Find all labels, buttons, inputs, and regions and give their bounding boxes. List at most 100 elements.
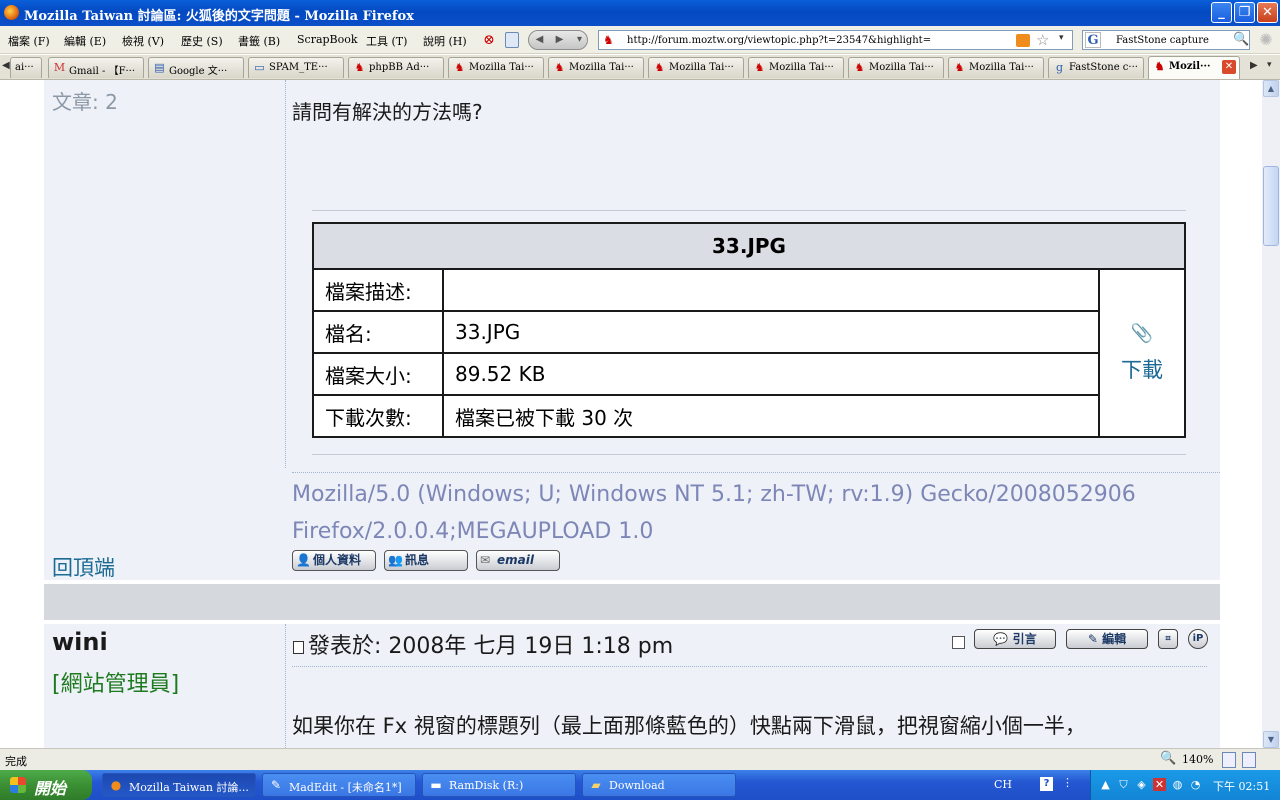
menu-help[interactable]: 說明 (H)	[423, 33, 467, 49]
tab[interactable]: ♞ phpBB Ad···	[348, 57, 444, 78]
tab-scroll-left-icon[interactable]: ◀	[2, 60, 10, 71]
menu-view[interactable]: 檢視 (V)	[122, 33, 164, 49]
taskbar-item-firefox[interactable]: ● Mozilla Taiwan 討論...	[102, 773, 256, 797]
stop-icon[interactable]: ⊗	[480, 31, 498, 49]
help-icon[interactable]: ?	[1040, 777, 1053, 791]
tab[interactable]: ▭ SPAM_TE···	[248, 57, 344, 78]
tab[interactable]: ▤ Google 文···	[148, 57, 244, 78]
menu-file[interactable]: 檔案 (F)	[8, 33, 50, 49]
forward-icon[interactable]: ▶	[551, 32, 568, 48]
page-viewport[interactable]: 文章: 2 請問有解決的方法嗎? 33.JPG 檔案描述: 📎 下載 檔名: 3…	[0, 80, 1262, 748]
maximize-button[interactable]: ❐	[1234, 2, 1255, 23]
search-engine-icon[interactable]: G	[1085, 32, 1101, 48]
tab[interactable]: ♞ Mozilla Tai···	[848, 57, 944, 78]
editor-icon: ✎	[270, 778, 282, 792]
ime-icon[interactable]: ⋮	[1062, 776, 1073, 789]
zoom-level[interactable]: 140%	[1182, 753, 1213, 766]
antivirus-icon[interactable]: ✕	[1153, 778, 1166, 791]
attachment-divider	[312, 210, 1186, 211]
tab[interactable]: M Gmail - 【F···	[48, 57, 144, 78]
menu-edit[interactable]: 編輯 (E)	[64, 33, 106, 49]
scrollbar-thumb[interactable]	[1263, 166, 1279, 246]
page-style-icon[interactable]	[1222, 752, 1236, 768]
rss-icon[interactable]	[1016, 34, 1030, 47]
tab-scroll-right-icon[interactable]: ▶	[1250, 60, 1258, 71]
bookmark-star-icon[interactable]: ☆	[1036, 31, 1049, 49]
taskbar-item-download[interactable]: ▰ Download	[582, 773, 736, 797]
network-icon[interactable]: ▲	[1099, 778, 1112, 791]
firefox-icon: ♞	[354, 61, 365, 74]
edit-button[interactable]: ✎ 編輯	[1066, 629, 1148, 649]
tab[interactable]: g FastStone c···	[1048, 57, 1144, 78]
search-bar[interactable]: G 🔍	[1082, 30, 1250, 50]
attachment-title: 33.JPG	[312, 222, 1186, 270]
tab-label: Google 文···	[169, 66, 228, 77]
grid-icon: ⌗	[1165, 634, 1171, 644]
taskbar-item-ramdisk[interactable]: ▬ RamDisk (R:)	[422, 773, 576, 797]
vertical-scrollbar[interactable]: ▲ ▼	[1262, 80, 1280, 748]
url-bar[interactable]: ♞ ☆ ▾	[598, 30, 1073, 50]
tab[interactable]: ♞ Mozilla Tai···	[548, 57, 644, 78]
search-input[interactable]	[1116, 32, 1228, 48]
column-divider	[285, 80, 286, 468]
tab[interactable]: ai···	[10, 57, 42, 78]
status-bar: 完成 🔍 140%	[0, 748, 1280, 770]
tab[interactable]: ♞ Mozilla Tai···	[948, 57, 1044, 78]
shield-icon[interactable]: ◈	[1135, 778, 1148, 791]
minimize-button[interactable]: _	[1211, 2, 1232, 23]
quote-button[interactable]: 💬 引言	[974, 629, 1056, 649]
url-input[interactable]	[627, 32, 1012, 48]
ip-button[interactable]: iP	[1188, 629, 1208, 649]
email-button[interactable]: ✉ email	[476, 550, 560, 571]
edit-button-label: 編輯	[1102, 632, 1127, 646]
utility-icon[interactable]: ◍	[1171, 778, 1184, 791]
tab[interactable]: ♞ Mozilla Tai···	[748, 57, 844, 78]
attachment-filename-value: 33.JPG	[442, 310, 1100, 354]
volume-icon[interactable]: ◔	[1189, 778, 1202, 791]
close-button[interactable]: ✕	[1257, 2, 1278, 23]
tab[interactable]: ♞ Mozilla Tai···	[648, 57, 744, 78]
drive-icon: ▬	[430, 778, 442, 792]
post-header-divider	[292, 666, 1207, 667]
menu-tools[interactable]: 工具 (T)	[366, 33, 407, 49]
close-tab-icon[interactable]: ✕	[1222, 60, 1236, 74]
sidebar-toggle-icon[interactable]	[1242, 752, 1256, 768]
history-dropdown-icon[interactable]: ▾	[571, 32, 588, 48]
post-icon	[293, 641, 304, 654]
site-favicon-icon: ♞	[603, 33, 614, 47]
download-link[interactable]: 下載	[1121, 358, 1163, 382]
scroll-down-icon[interactable]: ▼	[1263, 731, 1279, 748]
zoom-icon[interactable]: 🔍	[1160, 751, 1176, 766]
search-icon[interactable]: 🔍	[1233, 32, 1249, 47]
speech-bubble-icon: 💬	[993, 632, 1009, 646]
paperclip-icon: 📎	[1130, 322, 1154, 344]
menu-bookmarks[interactable]: 書籤 (B)	[238, 33, 280, 49]
security-icon[interactable]: ⛉	[1117, 778, 1130, 791]
firefox-icon: ●	[110, 778, 122, 792]
sidebar-icon[interactable]	[505, 32, 519, 48]
firefox-icon: ♞	[454, 61, 465, 74]
start-label: 開始	[34, 779, 67, 798]
private-message-button[interactable]: 👥 訊息	[384, 550, 468, 571]
taskbar-item-madedit[interactable]: ✎ MadEdit - [未命名1*]	[262, 773, 416, 797]
pm-button-label: 訊息	[405, 553, 430, 567]
language-indicator[interactable]: CH	[994, 778, 1012, 791]
author-name[interactable]: wini	[52, 628, 108, 656]
tab-list-icon[interactable]: ▾	[1267, 60, 1272, 70]
signature-divider	[292, 472, 1220, 473]
attachment-downloads-value: 檔案已被下載 30 次	[442, 394, 1100, 438]
tab[interactable]: ♞ Mozilla Tai···	[448, 57, 544, 78]
select-post-checkbox[interactable]	[952, 636, 965, 649]
ip-lookup-button[interactable]: ⌗	[1158, 629, 1178, 649]
taskbar-item-label: Mozilla Taiwan 討論...	[129, 781, 249, 794]
menu-scrapbook[interactable]: ScrapBook	[297, 33, 358, 46]
title-bar[interactable]: Mozilla Taiwan 討論區: 火狐後的文字問題 - Mozilla F…	[0, 0, 1280, 26]
profile-button[interactable]: 👤 個人資料	[292, 550, 376, 571]
menu-history[interactable]: 歷史 (S)	[181, 33, 223, 49]
start-button[interactable]: 開始	[0, 770, 92, 800]
url-dropdown-icon[interactable]: ▾	[1059, 33, 1064, 43]
back-to-top-link[interactable]: 回頂端	[52, 552, 115, 582]
scroll-up-icon[interactable]: ▲	[1263, 80, 1279, 97]
firefox-icon: ♞	[654, 61, 665, 74]
back-icon[interactable]: ◀	[531, 32, 548, 48]
